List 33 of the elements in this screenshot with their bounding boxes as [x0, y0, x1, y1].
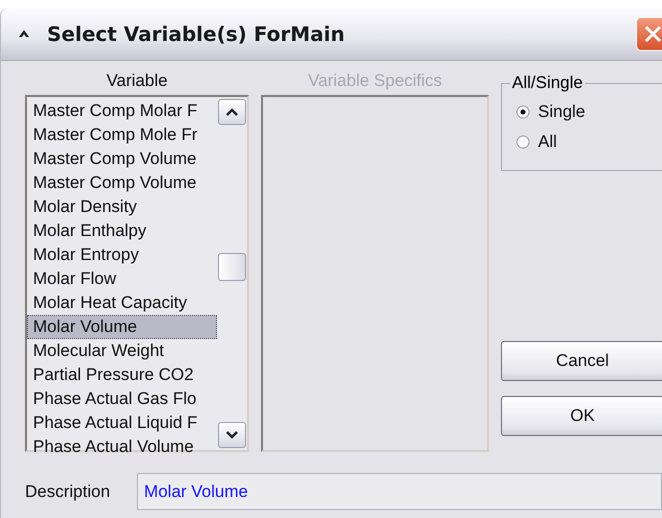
- list-item[interactable]: Master Comp Mole Fr: [27, 123, 217, 147]
- description-label: Description: [25, 482, 110, 502]
- list-item[interactable]: Molar Enthalpy: [27, 219, 217, 243]
- list-item[interactable]: Phase Actual Gas Flo: [27, 387, 217, 411]
- dialog-button[interactable]: Cancel: [501, 341, 662, 381]
- radio-option[interactable]: All: [516, 132, 662, 152]
- variable-specifics-label: Variable Specifics: [307, 71, 443, 92]
- scroll-down-button[interactable]: [218, 422, 246, 448]
- list-item[interactable]: Master Comp Molar F: [27, 99, 217, 123]
- close-button[interactable]: [636, 17, 662, 51]
- chevron-up-icon: [226, 108, 238, 116]
- list-item[interactable]: Molar Volume: [27, 315, 217, 339]
- radio-option[interactable]: Single: [516, 102, 662, 122]
- chevron-down-icon: [226, 431, 238, 439]
- list-item[interactable]: Molar Heat Capacity: [27, 291, 217, 315]
- variable-label: Variable: [105, 71, 169, 92]
- group-label: All/Single: [510, 73, 585, 93]
- dialog-button[interactable]: OK: [501, 396, 662, 436]
- list-item[interactable]: Phase Actual Liquid F: [27, 411, 217, 435]
- scroll-up-button[interactable]: [218, 99, 246, 125]
- list-item[interactable]: Molar Density: [27, 195, 217, 219]
- close-icon: [642, 23, 662, 45]
- variable-listbox[interactable]: [25, 95, 249, 452]
- list-item[interactable]: Phase Actual Volume: [27, 435, 217, 459]
- list-item[interactable]: Molar Entropy: [27, 243, 217, 267]
- list-item[interactable]: Molar Flow: [27, 267, 217, 291]
- scroll-thumb[interactable]: [218, 253, 246, 281]
- window-title: Select Variable(s) ForMain: [47, 22, 346, 46]
- list-item[interactable]: Partial Pressure CO2: [27, 363, 217, 387]
- list-item[interactable]: Molecular Weight: [27, 339, 217, 363]
- description-field[interactable]: Molar Volume: [137, 473, 662, 510]
- list-item[interactable]: Master Comp Volume: [27, 171, 217, 195]
- list-item[interactable]: Master Comp Volume: [27, 147, 217, 171]
